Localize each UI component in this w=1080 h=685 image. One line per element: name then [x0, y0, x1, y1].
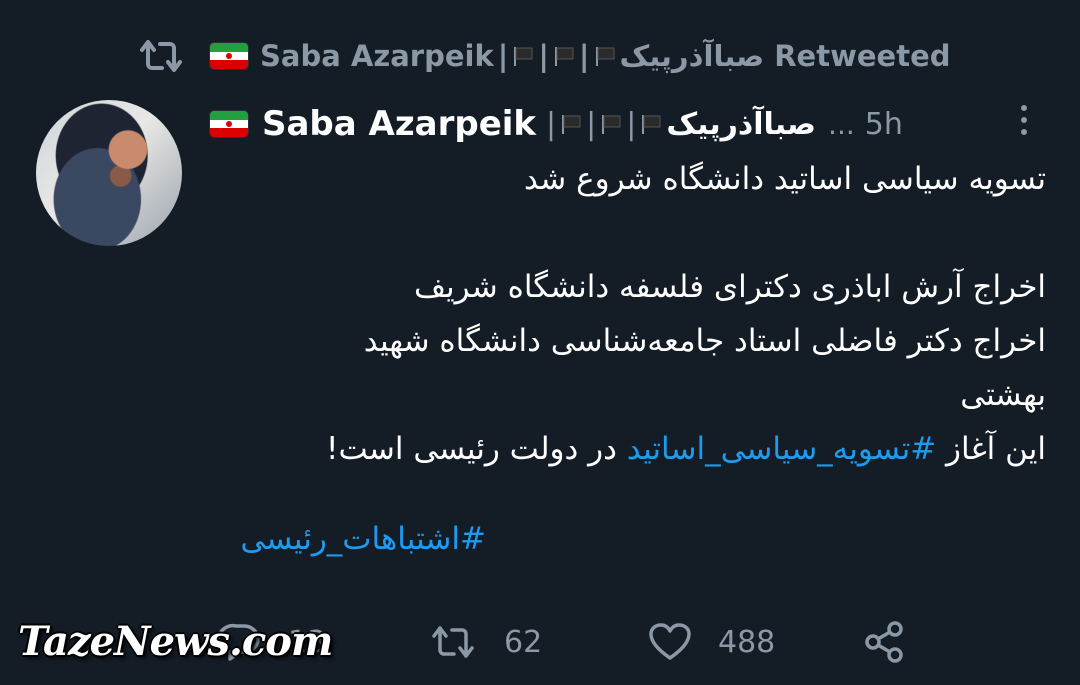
black-flag-icon	[554, 47, 574, 66]
more-icon[interactable]	[1012, 100, 1036, 140]
like-count: 488	[718, 624, 776, 660]
watermark: TazeNews.com	[18, 618, 333, 665]
tweet-line: اخراج آرش اباذری دکترای فلسفه دانشگاه شر…	[413, 269, 1046, 305]
tweet-line: این آغاز #تسویه_سیاسی_اساتید در دولت رئی…	[200, 422, 1046, 476]
retweet-button[interactable]: 62	[428, 610, 542, 674]
tweet-timestamp[interactable]: 5h	[865, 107, 903, 142]
retweeter-name[interactable]: Saba Azarpeik	[260, 39, 494, 73]
tweet-line: #اشتباهات_رئیسی	[200, 512, 1046, 566]
tweet-text: تسویه سیاسی اساتید دانشگاه شروع شد اخراج…	[200, 152, 1046, 566]
retweet-icon	[140, 40, 182, 72]
black-flag-icon	[602, 115, 621, 134]
name-separator: |	[546, 106, 557, 142]
name-separator: |	[578, 39, 590, 73]
iran-flag-icon	[210, 111, 248, 137]
name-separator: |	[497, 39, 509, 73]
truncation-dots: ...	[828, 107, 855, 141]
retweeted-label: Retweeted	[774, 39, 951, 73]
name-separator: |	[538, 39, 549, 73]
tweet-line: تسویه سیاسی اساتید دانشگاه شروع شد	[524, 161, 1046, 197]
heart-icon	[649, 623, 691, 660]
retweeter-fa-name[interactable]: صباآذرپیک	[620, 39, 765, 73]
tweet-line: بهشتی	[960, 377, 1046, 413]
hashtag-link[interactable]: #اشتباهات_رئیسی	[240, 521, 486, 557]
hashtag-link[interactable]: #تسویه_سیاسی_اساتید	[627, 431, 936, 467]
like-button[interactable]: 488	[648, 610, 775, 674]
name-separator: |	[586, 106, 597, 142]
retweet-header: Saba Azarpeik | | | صباآذرپیک Retweeted	[138, 36, 951, 76]
share-button[interactable]	[862, 610, 906, 674]
iran-flag-icon	[210, 43, 248, 69]
black-flag-icon	[514, 47, 533, 66]
share-icon	[865, 621, 903, 663]
tweet-text-segment: این آغاز	[936, 431, 1046, 467]
retweet-count: 62	[504, 624, 543, 660]
retweet-icon	[432, 626, 474, 658]
black-flag-icon	[562, 115, 581, 134]
tweet-text-segment: در دولت رئیسی است!	[326, 431, 627, 467]
avatar[interactable]	[36, 100, 182, 246]
black-flag-icon	[595, 47, 615, 66]
tweet-author-line: Saba Azarpeik | | | صباآذرپیک ... 5h	[210, 100, 1030, 148]
author-fa-name[interactable]: صباآذرپیک	[666, 107, 816, 142]
black-flag-icon	[642, 115, 661, 134]
name-separator: |	[626, 106, 637, 142]
tweet-line: اخراج دکتر فاضلی استاد جامعه‌شناسی دانشگ…	[363, 323, 1046, 359]
author-display-name[interactable]: Saba Azarpeik	[262, 104, 536, 144]
